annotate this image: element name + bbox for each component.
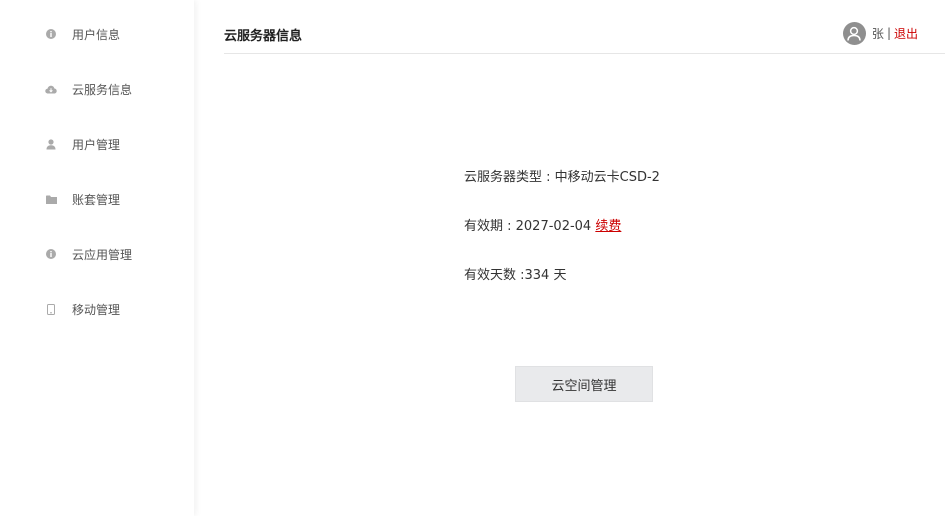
sidebar-item-mobile-management[interactable]: 移动管理: [0, 289, 194, 329]
mobile-icon: [45, 303, 57, 315]
sidebar-item-label: 移动管理: [72, 302, 121, 317]
separator: |: [886, 26, 891, 40]
user-area: 张 | 退出: [842, 21, 918, 45]
sidebar-item-label: 云应用管理: [72, 247, 133, 262]
info-icon: [45, 248, 57, 260]
app-window: 用户信息 云服务信息 用户管理 账套管理 云应用管理 移动管理 云服务器信息 张…: [0, 0, 945, 516]
avatar[interactable]: [842, 21, 866, 45]
sidebar-item-cloud-service-info[interactable]: 云服务信息: [0, 69, 194, 109]
sidebar-item-user-info[interactable]: 用户信息: [0, 14, 194, 54]
renew-link[interactable]: 续费: [595, 219, 621, 234]
sidebar-item-cloud-app-management[interactable]: 云应用管理: [0, 234, 194, 274]
user-avatar-icon: [847, 26, 862, 41]
cloud-icon: [45, 83, 57, 95]
page-title: 云服务器信息: [224, 29, 303, 44]
user-name: 张: [871, 26, 884, 41]
sidebar-item-account-set-management[interactable]: 账套管理: [0, 179, 194, 219]
server-type-text: 云服务器类型 : 中移动云卡CSD-2: [464, 170, 660, 185]
logout-link[interactable]: 退出: [894, 25, 918, 42]
sidebar-item-label: 账套管理: [72, 192, 121, 207]
sidebar-item-user-management[interactable]: 用户管理: [0, 124, 194, 164]
validity-row: 有效期 : 2027-02-04 续费: [464, 215, 621, 234]
sidebar-item-label: 用户管理: [72, 137, 121, 152]
cloud-space-management-button[interactable]: 云空间管理: [515, 366, 653, 402]
validity-text: 有效期 : 2027-02-04: [464, 219, 592, 234]
sidebar-item-label: 云服务信息: [72, 82, 133, 97]
header: 云服务器信息 张 | 退出: [224, 0, 945, 54]
folder-icon: [45, 193, 57, 205]
days-left-text: 有效天数 :334 天: [464, 268, 567, 283]
sidebar-item-label: 用户信息: [72, 27, 121, 42]
sidebar: 用户信息 云服务信息 用户管理 账套管理 云应用管理 移动管理: [0, 0, 194, 516]
info-icon: [45, 28, 57, 40]
user-icon: [45, 138, 57, 150]
